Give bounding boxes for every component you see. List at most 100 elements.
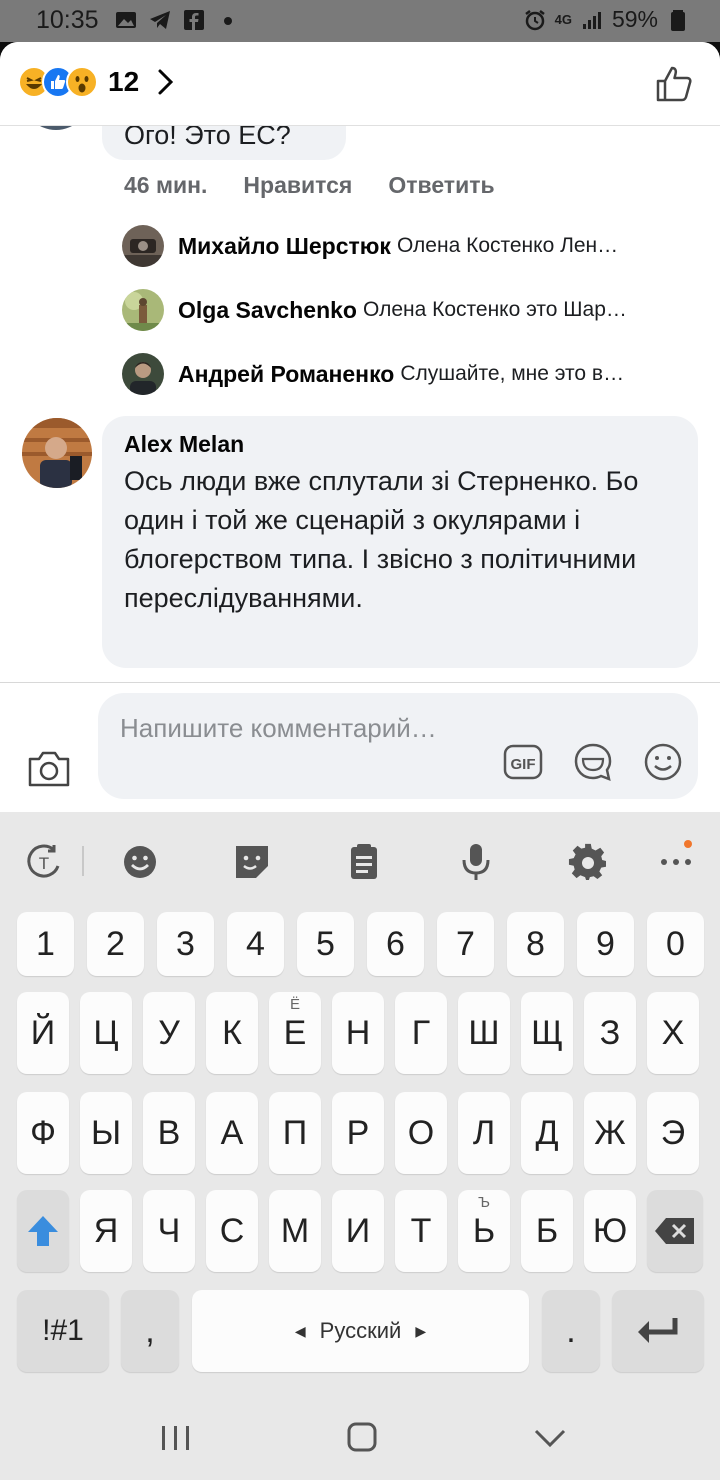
key-2[interactable]: 2: [87, 912, 144, 976]
key-label: Ь: [472, 1211, 496, 1250]
key-3[interactable]: 3: [157, 912, 214, 976]
key-0[interactable]: 0: [647, 912, 704, 976]
comma-key[interactable]: ,: [121, 1290, 179, 1372]
recent-apps-icon[interactable]: [156, 1420, 196, 1456]
reply-text: Олена Костенко Лен…: [396, 234, 619, 257]
reply-author[interactable]: Михайло Шерстюк: [178, 233, 391, 260]
camera-icon[interactable]: [26, 749, 72, 789]
system-status: 4G 59%: [523, 6, 690, 33]
key-1[interactable]: 1: [17, 912, 74, 976]
key-letter[interactable]: Т: [395, 1190, 447, 1272]
key-letter[interactable]: Д: [521, 1092, 573, 1174]
gif-icon[interactable]: GIF: [502, 741, 544, 783]
avatar[interactable]: [122, 289, 164, 331]
key-letter[interactable]: Ё Е: [269, 992, 321, 1074]
key-letter[interactable]: И: [332, 1190, 384, 1272]
key-hint: Ъ: [478, 1194, 490, 1211]
key-label: Е: [283, 1013, 307, 1052]
like-button[interactable]: Нравится: [243, 172, 352, 199]
reply-item[interactable]: Андрей Романенко Слушайте, мне это в…: [122, 352, 692, 396]
key-letter[interactable]: У: [143, 992, 195, 1074]
key-8[interactable]: 8: [507, 912, 564, 976]
period-key[interactable]: .: [542, 1290, 600, 1372]
key-letter[interactable]: М: [269, 1190, 321, 1272]
key-letter[interactable]: Ы: [80, 1092, 132, 1174]
key-letter[interactable]: Р: [332, 1092, 384, 1174]
key-letter[interactable]: Э: [647, 1092, 699, 1174]
comment-time: 46 мин.: [124, 172, 208, 198]
key-letter[interactable]: О: [395, 1092, 447, 1174]
key-7[interactable]: 7: [437, 912, 494, 976]
key-letter[interactable]: З: [584, 992, 636, 1074]
avatar[interactable]: [22, 418, 92, 488]
reply-item[interactable]: Михайло Шерстюк Олена Костенко Лен…: [122, 224, 692, 268]
shift-key[interactable]: [17, 1190, 69, 1272]
more-notifications-dot-icon: [224, 17, 232, 25]
arrow-right-icon: ▶: [415, 1322, 427, 1339]
key-letter[interactable]: Й: [17, 992, 69, 1074]
key-5[interactable]: 5: [297, 912, 354, 976]
key-letter[interactable]: П: [269, 1092, 321, 1174]
comment-bubble[interactable]: Alex Melan Ось люди вже сплутали зі Стер…: [102, 416, 698, 668]
comments-sheet: 12 Ого! Это ЕС? 46 мин. Нравится Ответит…: [0, 42, 720, 812]
comment-input[interactable]: Напишите комментарий… GIF: [98, 693, 698, 799]
status-bar: 10:35 4G 59%: [0, 0, 720, 42]
reply-item[interactable]: Olga Savchenko Олена Костенко это Шар…: [122, 288, 692, 332]
emoji-icon[interactable]: [120, 842, 160, 882]
enter-key[interactable]: [612, 1290, 704, 1372]
shift-arrow-icon: [28, 1216, 58, 1246]
key-4[interactable]: 4: [227, 912, 284, 976]
comment-actions: 46 мин. Нравится Ответить: [124, 172, 495, 199]
emoji-icon[interactable]: [642, 741, 684, 783]
reply-author[interactable]: Olga Savchenko: [178, 297, 357, 324]
comment-author[interactable]: Alex Melan: [124, 428, 676, 460]
key-letter[interactable]: Н: [332, 992, 384, 1074]
space-key[interactable]: ◀ Русский ▶: [192, 1290, 529, 1372]
key-letter[interactable]: А: [206, 1092, 258, 1174]
key-6[interactable]: 6: [367, 912, 424, 976]
key-letter[interactable]: Щ: [521, 992, 573, 1074]
clipboard-icon[interactable]: [344, 842, 384, 882]
key-letter[interactable]: Б: [521, 1190, 573, 1272]
reply-author[interactable]: Андрей Романенко: [178, 361, 394, 388]
home-icon[interactable]: [342, 1420, 382, 1456]
key-letter[interactable]: Г: [395, 992, 447, 1074]
microphone-icon[interactable]: [456, 842, 496, 882]
key-9[interactable]: 9: [577, 912, 634, 976]
key-letter[interactable]: Ю: [584, 1190, 636, 1272]
alarm-icon: [524, 9, 545, 30]
sticker-icon[interactable]: [572, 741, 614, 783]
reactions-summary[interactable]: 12: [18, 66, 177, 98]
key-letter[interactable]: В: [143, 1092, 195, 1174]
key-letter[interactable]: К: [206, 992, 258, 1074]
like-thumb-icon[interactable]: [654, 64, 694, 104]
key-letter[interactable]: Ш: [458, 992, 510, 1074]
gear-icon[interactable]: [568, 842, 608, 882]
text-mode-icon[interactable]: T: [24, 842, 64, 882]
back-chevron-down-icon[interactable]: [530, 1420, 570, 1456]
chevron-right-icon: [158, 69, 174, 95]
comment-bubble[interactable]: Ого! Это ЕС?: [102, 126, 346, 160]
reply-button[interactable]: Ответить: [388, 172, 494, 199]
backspace-key[interactable]: [647, 1190, 703, 1272]
gallery-icon: [116, 12, 136, 28]
notification-dot: [684, 840, 692, 848]
sheet-header: 12: [0, 42, 720, 126]
signal-icon: [582, 11, 601, 29]
key-letter[interactable]: Я: [80, 1190, 132, 1272]
avatar[interactable]: [22, 126, 90, 130]
sticker-icon[interactable]: [232, 842, 272, 882]
key-letter[interactable]: Л: [458, 1092, 510, 1174]
avatar[interactable]: [122, 353, 164, 395]
key-letter[interactable]: Ъ Ь: [458, 1190, 510, 1272]
symbols-key[interactable]: !#1: [17, 1290, 109, 1372]
more-options-icon[interactable]: [656, 842, 696, 882]
status-time: 10:35: [36, 6, 99, 34]
key-letter[interactable]: Ж: [584, 1092, 636, 1174]
key-letter[interactable]: Ф: [17, 1092, 69, 1174]
key-letter[interactable]: Ч: [143, 1190, 195, 1272]
key-letter[interactable]: Х: [647, 992, 699, 1074]
key-letter[interactable]: Ц: [80, 992, 132, 1074]
avatar[interactable]: [122, 225, 164, 267]
key-letter[interactable]: С: [206, 1190, 258, 1272]
